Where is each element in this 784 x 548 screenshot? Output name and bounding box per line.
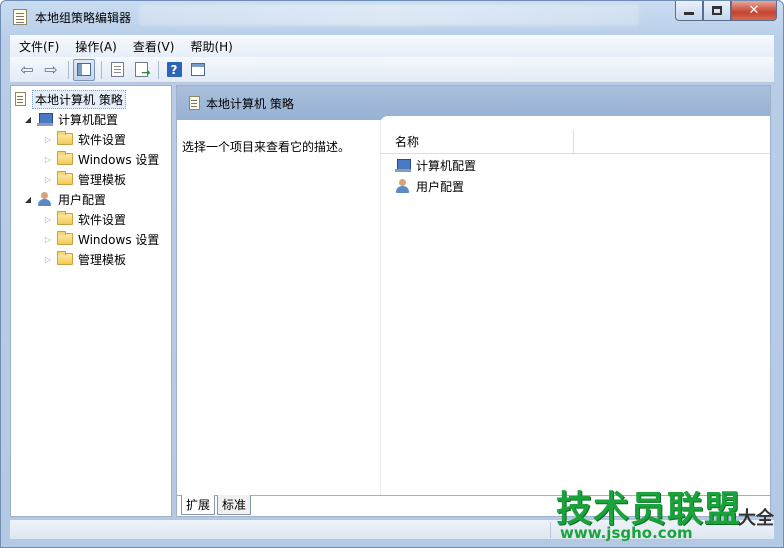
collapsed-arrow-icon[interactable]: ▷ (43, 155, 53, 164)
folder-icon (57, 211, 73, 225)
list-item-label: 用户配置 (416, 179, 465, 194)
details-header: 本地计算机 策略 (177, 86, 770, 120)
computer-icon (395, 158, 411, 172)
blurred-background-tabs (139, 4, 639, 26)
console-tree[interactable]: 本地计算机 策略 ◢ 计算机配置 ▷ 软件设置 ▷ Windows 设置 ▷ 管… (10, 85, 172, 517)
status-divider (550, 522, 551, 538)
collapsed-arrow-icon[interactable]: ▷ (43, 255, 53, 264)
folder-icon (57, 151, 73, 165)
title-bar[interactable]: 本地组策略编辑器 ✕ (1, 1, 783, 31)
details-pane: 本地计算机 策略 选择一个项目来查看它的描述。 名称 计算机配置 用户配置 扩展… (176, 85, 771, 517)
list-item-user-config[interactable]: 用户配置 (395, 176, 464, 196)
collapsed-arrow-icon[interactable]: ▷ (43, 175, 53, 184)
policy-document-icon (15, 92, 26, 106)
list-item-computer-config[interactable]: 计算机配置 (395, 155, 476, 175)
show-pane-button[interactable] (187, 59, 209, 81)
list-column-header: 名称 (381, 129, 770, 154)
minimize-icon (684, 12, 694, 15)
show-hide-tree-button[interactable] (73, 58, 95, 81)
tree-item-label: 软件设置 (78, 132, 127, 147)
tree-item-root[interactable]: 本地计算机 策略 (15, 89, 126, 109)
tree-item-computer-admin-templates[interactable]: ▷ 管理模板 (43, 169, 126, 189)
back-arrow-icon: ⇦ (20, 59, 34, 79)
minimize-button[interactable] (675, 1, 703, 21)
menu-bar: 文件(F) 操作(A) 查看(V) 帮助(H) (10, 35, 774, 57)
window-controls: ✕ (675, 1, 777, 21)
tab-extended[interactable]: 扩展 (181, 495, 216, 515)
help-button[interactable]: ? (163, 59, 185, 81)
tree-item-user-config[interactable]: ◢ 用户配置 (23, 189, 106, 209)
folder-icon (57, 171, 73, 185)
user-icon (395, 179, 411, 193)
expanded-arrow-icon[interactable]: ◢ (23, 115, 33, 124)
collapsed-arrow-icon[interactable]: ▷ (43, 235, 53, 244)
view-tabs-bar: 扩展 标准 (177, 495, 770, 516)
tree-item-label: 计算机配置 (58, 112, 119, 127)
close-button[interactable]: ✕ (731, 1, 777, 21)
policy-document-icon (189, 96, 200, 110)
items-list[interactable]: 名称 计算机配置 用户配置 (380, 120, 770, 495)
tab-standard[interactable]: 标准 (217, 495, 252, 515)
tree-item-user-windows-settings[interactable]: ▷ Windows 设置 (43, 229, 159, 249)
details-header-title: 本地计算机 策略 (206, 96, 294, 111)
tree-item-label: Windows 设置 (78, 232, 160, 247)
folder-icon (57, 131, 73, 145)
app-window: 本地组策略编辑器 ✕ 文件(F) 操作(A) 查看(V) 帮助(H) ⇦ ⇨ ?… (0, 0, 784, 548)
menu-help[interactable]: 帮助(H) (183, 38, 239, 55)
maximize-icon (712, 6, 722, 15)
tree-item-computer-software-settings[interactable]: ▷ 软件设置 (43, 129, 126, 149)
help-icon: ? (166, 62, 182, 77)
tree-item-user-software-settings[interactable]: ▷ 软件设置 (43, 209, 126, 229)
toolbar-separator (101, 60, 102, 79)
export-list-icon (134, 62, 151, 79)
back-button[interactable]: ⇦ (16, 59, 38, 81)
show-hide-tree-icon (77, 63, 91, 76)
properties-icon (110, 62, 124, 77)
tree-item-computer-windows-settings[interactable]: ▷ Windows 设置 (43, 149, 159, 169)
close-icon: ✕ (748, 3, 760, 18)
expanded-arrow-icon[interactable]: ◢ (23, 195, 33, 204)
user-icon (37, 192, 53, 206)
window-title: 本地组策略编辑器 (35, 11, 132, 25)
menu-file[interactable]: 文件(F) (12, 38, 66, 55)
forward-button[interactable]: ⇨ (40, 59, 62, 81)
tree-item-label: 管理模板 (78, 172, 127, 187)
menu-view[interactable]: 查看(V) (126, 38, 182, 55)
properties-button[interactable] (106, 59, 128, 81)
tree-item-label: 软件设置 (78, 212, 127, 227)
column-name-header[interactable]: 名称 (381, 129, 574, 154)
tree-item-label: Windows 设置 (78, 152, 160, 167)
maximize-button[interactable] (703, 1, 731, 21)
menu-action[interactable]: 操作(A) (68, 38, 124, 55)
collapsed-arrow-icon[interactable]: ▷ (43, 135, 53, 144)
tree-item-label: 用户配置 (58, 192, 107, 207)
forward-arrow-icon: ⇨ (44, 59, 58, 79)
tree-item-label: 本地计算机 策略 (32, 89, 126, 109)
computer-icon (37, 112, 53, 126)
show-pane-icon (191, 63, 205, 76)
toolbar-separator (158, 60, 159, 79)
toolbar-separator (68, 60, 69, 79)
description-text: 选择一个项目来查看它的描述。 (182, 140, 351, 154)
policy-editor-icon (13, 9, 27, 25)
tree-item-label: 管理模板 (78, 252, 127, 267)
status-bar (10, 519, 774, 539)
list-item-label: 计算机配置 (416, 158, 477, 173)
export-list-button[interactable] (130, 59, 152, 81)
folder-icon (57, 251, 73, 265)
description-area: 选择一个项目来查看它的描述。 (177, 120, 380, 495)
details-body: 选择一个项目来查看它的描述。 名称 计算机配置 用户配置 (177, 116, 770, 495)
tree-item-computer-config[interactable]: ◢ 计算机配置 (23, 109, 118, 129)
tree-item-user-admin-templates[interactable]: ▷ 管理模板 (43, 249, 126, 269)
toolbar: ⇦ ⇨ ? (10, 57, 774, 83)
collapsed-arrow-icon[interactable]: ▷ (43, 215, 53, 224)
folder-icon (57, 231, 73, 245)
